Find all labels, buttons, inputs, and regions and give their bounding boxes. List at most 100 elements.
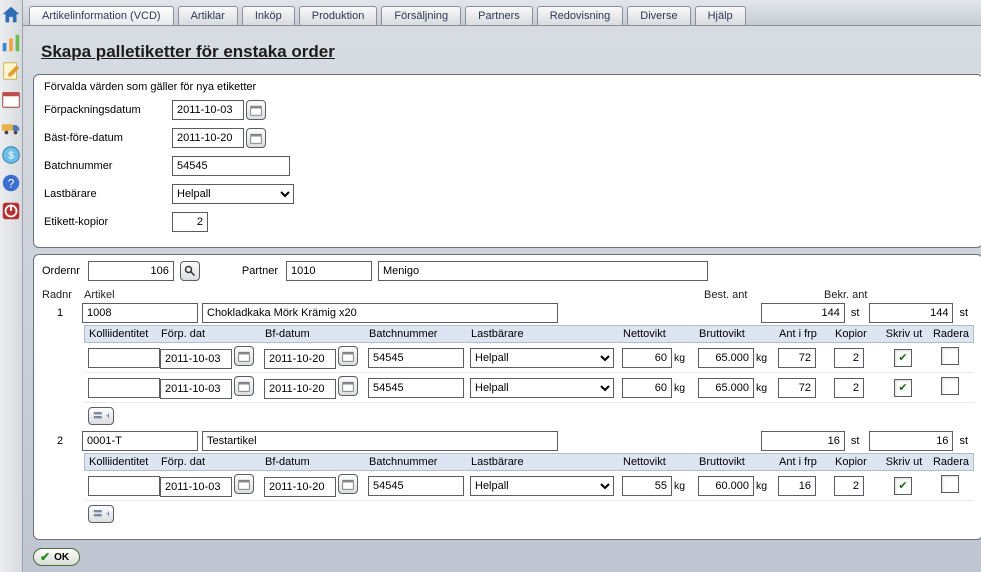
input-ordernr[interactable] [88, 261, 174, 281]
order-panel: Ordernr Partner Radnr Artikel Best. ant … [33, 254, 981, 540]
input-ant-i-frp[interactable] [778, 378, 816, 398]
calendar-button-forp[interactable] [246, 100, 266, 120]
search-order-button[interactable] [180, 261, 200, 281]
left-sidebar: $ ? [0, 0, 23, 572]
input-bf-datum[interactable] [264, 379, 336, 399]
col-bekr-ant: Bekr. ant [824, 289, 944, 301]
calendar-icon[interactable] [234, 346, 254, 366]
tab-produktion[interactable]: Produktion [299, 6, 378, 25]
input-batch[interactable] [368, 378, 464, 398]
input-forp-dat[interactable] [160, 477, 232, 497]
label-bast-fore: Bäst-före-datum [44, 132, 172, 144]
input-kolli[interactable] [88, 378, 160, 398]
checkbox-radera[interactable] [941, 475, 959, 493]
calendar-icon[interactable] [338, 474, 358, 494]
calendar-icon[interactable] [234, 376, 254, 396]
select-lastbarare-row[interactable]: Helpall [470, 378, 614, 398]
partner-name [378, 261, 708, 281]
row-number: 2 [42, 435, 78, 447]
calendar-icon[interactable] [234, 474, 254, 494]
label-ordernr: Ordernr [42, 265, 80, 277]
calendar-icon[interactable] [338, 376, 358, 396]
input-nettovikt[interactable] [622, 378, 672, 398]
partner-code [286, 261, 372, 281]
col-best-ant: Best. ant [704, 289, 824, 301]
input-kopior[interactable] [834, 348, 864, 368]
select-lastbarare-row[interactable]: Helpall [470, 348, 614, 368]
checkbox-radera[interactable] [941, 347, 959, 365]
ok-button[interactable]: ✔ OK [33, 548, 80, 566]
calendar-button-bf[interactable] [246, 128, 266, 148]
help-icon[interactable]: ? [0, 172, 22, 194]
coin-icon[interactable]: $ [0, 144, 22, 166]
truck-icon[interactable] [0, 116, 22, 138]
tab-artikelinformation-vcd-[interactable]: Artikelinformation (VCD) [29, 6, 174, 25]
add-row-button[interactable]: + [88, 505, 114, 523]
input-bast-fore[interactable] [172, 128, 244, 148]
col-artikel: Artikel [84, 289, 704, 301]
main-tabbar: Artikelinformation (VCD)ArtiklarInköpPro… [23, 0, 981, 26]
input-bruttovikt[interactable] [698, 348, 754, 368]
page-title: Skapa palletiketter för enstaka order [23, 26, 981, 74]
subgrid-row: Helpall kg kg [84, 471, 974, 501]
checkbox-skriv-ut[interactable] [894, 349, 912, 367]
input-bf-datum[interactable] [264, 349, 336, 369]
tab-diverse[interactable]: Diverse [627, 6, 690, 25]
input-forpackningsdatum[interactable] [172, 100, 244, 120]
svg-text:+: + [106, 509, 109, 519]
checkbox-skriv-ut[interactable] [894, 379, 912, 397]
input-kolli[interactable] [88, 348, 160, 368]
row-number: 1 [42, 307, 78, 319]
note-icon[interactable] [0, 60, 22, 82]
input-forp-dat[interactable] [160, 379, 232, 399]
best-ant [761, 303, 845, 323]
select-lastbarare-row[interactable]: Helpall [470, 476, 614, 496]
label-lastbarare: Lastbärare [44, 188, 172, 200]
bekr-ant [869, 303, 953, 323]
input-kolli[interactable] [88, 476, 160, 496]
tab-f-rs-ljning[interactable]: Försäljning [381, 6, 461, 25]
power-icon[interactable] [0, 200, 22, 222]
subgrid-header: Kolliidentitet Förp. dat Bf-datum Batchn… [84, 325, 974, 343]
home-icon[interactable] [0, 4, 22, 26]
calendar-icon[interactable] [338, 346, 358, 366]
checkbox-radera[interactable] [941, 377, 959, 395]
input-bruttovikt[interactable] [698, 476, 754, 496]
input-batchnummer[interactable] [172, 156, 290, 176]
defaults-panel: Förvalda värden som gäller för nya etike… [33, 74, 981, 248]
order-line: 1 st st [42, 303, 974, 323]
svg-text:+: + [106, 411, 109, 421]
input-nettovikt[interactable] [622, 476, 672, 496]
input-ant-i-frp[interactable] [778, 348, 816, 368]
calendar-icon[interactable] [0, 88, 22, 110]
label-batchnummer: Batchnummer [44, 160, 172, 172]
tab-partners[interactable]: Partners [465, 6, 533, 25]
add-row-button[interactable]: + [88, 407, 114, 425]
input-ant-i-frp[interactable] [778, 476, 816, 496]
input-bruttovikt[interactable] [698, 378, 754, 398]
chart-icon[interactable] [0, 32, 22, 54]
input-batch[interactable] [368, 348, 464, 368]
svg-text:?: ? [8, 177, 15, 191]
checkbox-skriv-ut[interactable] [894, 477, 912, 495]
tab-artiklar[interactable]: Artiklar [178, 6, 238, 25]
input-kopior[interactable] [834, 476, 864, 496]
input-bf-datum[interactable] [264, 477, 336, 497]
svg-text:$: $ [8, 151, 14, 162]
col-radnr: Radnr [42, 289, 84, 301]
subgrid-header: Kolliidentitet Förp. dat Bf-datum Batchn… [84, 453, 974, 471]
tab-redovisning[interactable]: Redovisning [537, 6, 624, 25]
best-ant [761, 431, 845, 451]
input-forp-dat[interactable] [160, 349, 232, 369]
tab-hj-lp[interactable]: Hjälp [695, 6, 746, 25]
ok-label: OK [54, 552, 69, 563]
input-batch[interactable] [368, 476, 464, 496]
input-nettovikt[interactable] [622, 348, 672, 368]
input-etikett-kopior[interactable] [172, 212, 208, 232]
tab-ink-p[interactable]: Inköp [242, 6, 295, 25]
article-description [202, 431, 558, 451]
input-kopior[interactable] [834, 378, 864, 398]
select-lastbarare[interactable]: Helpall [172, 184, 294, 204]
label-etikett-kopior: Etikett-kopior [44, 216, 172, 228]
grid-header: Radnr Artikel Best. ant Bekr. ant [42, 287, 974, 303]
